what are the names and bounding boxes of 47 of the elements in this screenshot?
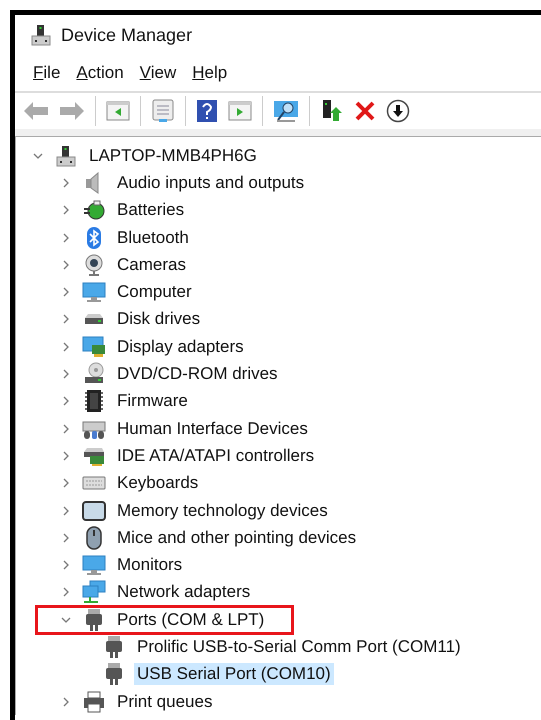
panel-icon[interactable] [228, 100, 252, 122]
tree-item[interactable]: Monitors [114, 554, 186, 576]
help-icon[interactable] [196, 99, 218, 123]
printer-icon [82, 690, 106, 714]
tree-item[interactable]: Audio inputs and outputs [114, 172, 308, 194]
tree-item[interactable]: Mice and other pointing devices [114, 526, 360, 549]
computer-icon [29, 23, 53, 47]
menu-item[interactable]: Action [70, 61, 130, 85]
tree-item[interactable]: Print queues [114, 690, 216, 713]
tree-item[interactable]: Computer [114, 281, 195, 304]
menu-item[interactable]: Help [186, 61, 234, 85]
tree-item[interactable]: USB Serial Port (COM10) [134, 663, 334, 686]
tree-item[interactable]: IDE ATA/ATAPI controllers [114, 444, 318, 467]
memory-card-icon [82, 498, 106, 523]
back-arrow-icon[interactable] [23, 100, 49, 122]
forward-arrow-icon[interactable] [59, 100, 85, 122]
monitor-icon [82, 280, 106, 304]
tree-item[interactable]: Batteries [114, 199, 188, 222]
plug-icon [82, 198, 106, 222]
monitor-search-icon[interactable] [273, 99, 299, 123]
menu-item[interactable]: File [27, 61, 66, 85]
tree-item[interactable]: Keyboards [114, 472, 202, 494]
drive-icon [84, 313, 104, 326]
monitor-icon [82, 553, 106, 578]
window-title: Device Manager [61, 24, 192, 46]
computer-icon [54, 144, 78, 168]
chip-icon [82, 389, 106, 414]
menu-item[interactable]: View [134, 61, 182, 85]
tree-item[interactable]: Memory technology devices [114, 500, 331, 522]
download-icon[interactable] [386, 99, 410, 123]
tree-item[interactable]: Human Interface Devices [114, 418, 311, 440]
tree-item[interactable]: DVD/CD-ROM drives [114, 363, 281, 386]
tree-item[interactable]: Ports (COM & LPT) [114, 608, 268, 631]
delete-icon[interactable] [354, 100, 376, 122]
tree-item[interactable]: Display adapters [114, 336, 247, 358]
panel-icon[interactable] [106, 100, 130, 122]
tree-item[interactable]: Firmware [114, 390, 191, 412]
properties-icon[interactable] [151, 99, 175, 123]
device-update-icon[interactable] [320, 99, 344, 123]
tree-item[interactable]: LAPTOP-MMB4PH6G [86, 144, 260, 167]
tree-item[interactable]: Disk drives [114, 308, 204, 330]
tree-item[interactable]: Bluetooth [114, 226, 192, 249]
tree-item[interactable]: Cameras [114, 254, 189, 276]
tree-item[interactable]: Prolific USB-to-Serial Comm Port (COM11) [134, 636, 464, 658]
graphics-card-icon [82, 334, 106, 359]
network-icon [82, 580, 106, 604]
tree-item[interactable]: Network adapters [114, 581, 254, 604]
